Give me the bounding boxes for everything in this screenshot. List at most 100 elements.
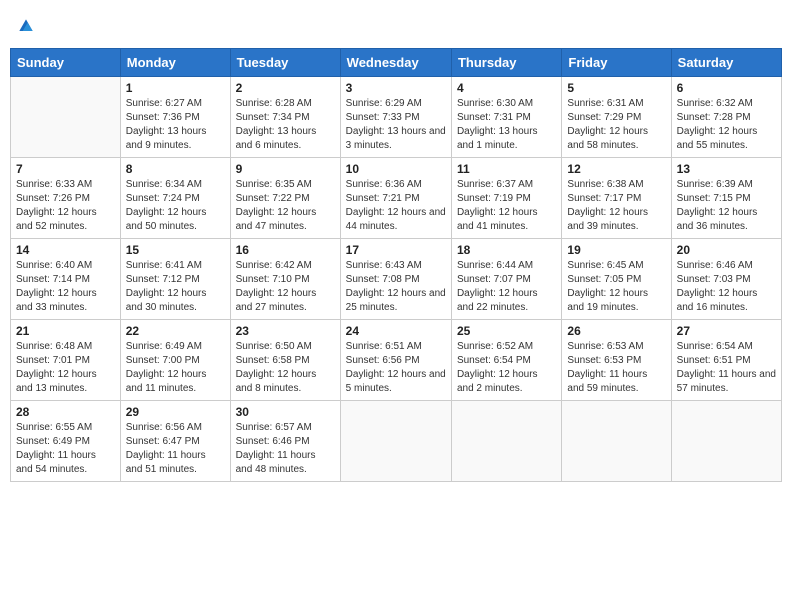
day-number: 14 xyxy=(16,243,115,257)
day-number: 3 xyxy=(346,81,446,95)
calendar-cell: 10 Sunrise: 6:36 AMSunset: 7:21 PMDayligh… xyxy=(340,158,451,239)
day-number: 11 xyxy=(457,162,556,176)
day-info: Sunrise: 6:48 AMSunset: 7:01 PMDaylight:… xyxy=(16,340,115,396)
weekday-header-thursday: Thursday xyxy=(451,49,561,77)
calendar-cell: 26 Sunrise: 6:53 AMSunset: 6:53 PMDayligh… xyxy=(562,320,671,401)
calendar-cell xyxy=(671,401,781,482)
day-info: Sunrise: 6:54 AMSunset: 6:51 PMDaylight:… xyxy=(677,340,776,396)
day-number: 7 xyxy=(16,162,115,176)
calendar-cell xyxy=(562,401,671,482)
day-number: 25 xyxy=(457,324,556,338)
day-number: 2 xyxy=(236,81,335,95)
weekday-header-tuesday: Tuesday xyxy=(230,49,340,77)
day-info: Sunrise: 6:45 AMSunset: 7:05 PMDaylight:… xyxy=(567,259,665,315)
day-number: 16 xyxy=(236,243,335,257)
calendar-cell: 19 Sunrise: 6:45 AMSunset: 7:05 PMDayligh… xyxy=(562,239,671,320)
day-number: 13 xyxy=(677,162,776,176)
calendar-cell: 22 Sunrise: 6:49 AMSunset: 7:00 PMDayligh… xyxy=(120,320,230,401)
day-number: 22 xyxy=(126,324,225,338)
calendar-cell: 7 Sunrise: 6:33 AMSunset: 7:26 PMDaylight… xyxy=(11,158,121,239)
calendar-cell: 13Sunrise: 6:39 AMSunset: 7:15 PMDayligh… xyxy=(671,158,781,239)
day-info: Sunrise: 6:49 AMSunset: 7:00 PMDaylight:… xyxy=(126,340,225,396)
day-info: Sunrise: 6:27 AMSunset: 7:36 PMDaylight:… xyxy=(126,97,225,153)
calendar-cell: 30 Sunrise: 6:57 AMSunset: 6:46 PMDayligh… xyxy=(230,401,340,482)
calendar-cell: 21 Sunrise: 6:48 AMSunset: 7:01 PMDayligh… xyxy=(11,320,121,401)
calendar-cell: 17 Sunrise: 6:43 AMSunset: 7:08 PMDayligh… xyxy=(340,239,451,320)
calendar-cell: 23 Sunrise: 6:50 AMSunset: 6:58 PMDayligh… xyxy=(230,320,340,401)
day-info: Sunrise: 6:41 AMSunset: 7:12 PMDaylight:… xyxy=(126,259,225,315)
calendar-cell: 3 Sunrise: 6:29 AMSunset: 7:33 PMDaylight… xyxy=(340,77,451,158)
day-number: 23 xyxy=(236,324,335,338)
calendar-cell: 28 Sunrise: 6:55 AMSunset: 6:49 PMDayligh… xyxy=(11,401,121,482)
logo-icon xyxy=(16,16,36,36)
day-info: Sunrise: 6:57 AMSunset: 6:46 PMDaylight:… xyxy=(236,421,335,477)
logo xyxy=(14,16,36,36)
day-number: 28 xyxy=(16,405,115,419)
calendar-cell: 16 Sunrise: 6:42 AMSunset: 7:10 PMDayligh… xyxy=(230,239,340,320)
day-info: Sunrise: 6:31 AMSunset: 7:29 PMDaylight:… xyxy=(567,97,665,153)
calendar-cell: 4 Sunrise: 6:30 AMSunset: 7:31 PMDaylight… xyxy=(451,77,561,158)
day-number: 8 xyxy=(126,162,225,176)
day-number: 20 xyxy=(677,243,776,257)
day-info: Sunrise: 6:53 AMSunset: 6:53 PMDaylight:… xyxy=(567,340,665,396)
day-info: Sunrise: 6:37 AMSunset: 7:19 PMDaylight:… xyxy=(457,178,556,234)
day-info: Sunrise: 6:56 AMSunset: 6:47 PMDaylight:… xyxy=(126,421,225,477)
calendar-cell: 1 Sunrise: 6:27 AMSunset: 7:36 PMDaylight… xyxy=(120,77,230,158)
day-info: Sunrise: 6:29 AMSunset: 7:33 PMDaylight:… xyxy=(346,97,446,153)
calendar-cell: 6 Sunrise: 6:32 AMSunset: 7:28 PMDaylight… xyxy=(671,77,781,158)
day-number: 15 xyxy=(126,243,225,257)
weekday-header-saturday: Saturday xyxy=(671,49,781,77)
day-number: 19 xyxy=(567,243,665,257)
calendar-cell: 27 Sunrise: 6:54 AMSunset: 6:51 PMDayligh… xyxy=(671,320,781,401)
day-number: 5 xyxy=(567,81,665,95)
day-info: Sunrise: 6:51 AMSunset: 6:56 PMDaylight:… xyxy=(346,340,446,396)
day-number: 6 xyxy=(677,81,776,95)
day-info: Sunrise: 6:30 AMSunset: 7:31 PMDaylight:… xyxy=(457,97,556,153)
calendar-cell: 24Sunrise: 6:51 AMSunset: 6:56 PMDayligh… xyxy=(340,320,451,401)
day-info: Sunrise: 6:50 AMSunset: 6:58 PMDaylight:… xyxy=(236,340,335,396)
calendar-cell xyxy=(11,77,121,158)
calendar-week-row: 14Sunrise: 6:40 AMSunset: 7:14 PMDayligh… xyxy=(11,239,782,320)
day-info: Sunrise: 6:43 AMSunset: 7:08 PMDaylight:… xyxy=(346,259,446,315)
day-number: 12 xyxy=(567,162,665,176)
calendar-cell: 14Sunrise: 6:40 AMSunset: 7:14 PMDayligh… xyxy=(11,239,121,320)
day-number: 27 xyxy=(677,324,776,338)
day-info: Sunrise: 6:34 AMSunset: 7:24 PMDaylight:… xyxy=(126,178,225,234)
weekday-header-wednesday: Wednesday xyxy=(340,49,451,77)
day-info: Sunrise: 6:55 AMSunset: 6:49 PMDaylight:… xyxy=(16,421,115,477)
calendar-cell: 5 Sunrise: 6:31 AMSunset: 7:29 PMDaylight… xyxy=(562,77,671,158)
day-number: 9 xyxy=(236,162,335,176)
calendar-week-row: 21 Sunrise: 6:48 AMSunset: 7:01 PMDayligh… xyxy=(11,320,782,401)
day-info: Sunrise: 6:28 AMSunset: 7:34 PMDaylight:… xyxy=(236,97,335,153)
day-number: 29 xyxy=(126,405,225,419)
day-info: Sunrise: 6:44 AMSunset: 7:07 PMDaylight:… xyxy=(457,259,556,315)
calendar-cell: 11 Sunrise: 6:37 AMSunset: 7:19 PMDayligh… xyxy=(451,158,561,239)
day-info: Sunrise: 6:36 AMSunset: 7:21 PMDaylight:… xyxy=(346,178,446,234)
day-info: Sunrise: 6:38 AMSunset: 7:17 PMDaylight:… xyxy=(567,178,665,234)
day-info: Sunrise: 6:46 AMSunset: 7:03 PMDaylight:… xyxy=(677,259,776,315)
calendar-cell: 15 Sunrise: 6:41 AMSunset: 7:12 PMDayligh… xyxy=(120,239,230,320)
day-number: 26 xyxy=(567,324,665,338)
day-info: Sunrise: 6:42 AMSunset: 7:10 PMDaylight:… xyxy=(236,259,335,315)
day-info: Sunrise: 6:33 AMSunset: 7:26 PMDaylight:… xyxy=(16,178,115,234)
day-number: 21 xyxy=(16,324,115,338)
calendar-cell: 2 Sunrise: 6:28 AMSunset: 7:34 PMDaylight… xyxy=(230,77,340,158)
weekday-header-sunday: Sunday xyxy=(11,49,121,77)
weekday-header-friday: Friday xyxy=(562,49,671,77)
day-number: 30 xyxy=(236,405,335,419)
day-number: 10 xyxy=(346,162,446,176)
calendar-cell: 12 Sunrise: 6:38 AMSunset: 7:17 PMDayligh… xyxy=(562,158,671,239)
calendar-week-row: 7 Sunrise: 6:33 AMSunset: 7:26 PMDaylight… xyxy=(11,158,782,239)
day-number: 17 xyxy=(346,243,446,257)
day-info: Sunrise: 6:32 AMSunset: 7:28 PMDaylight:… xyxy=(677,97,776,153)
calendar-cell: 25 Sunrise: 6:52 AMSunset: 6:54 PMDayligh… xyxy=(451,320,561,401)
calendar-cell: 20 Sunrise: 6:46 AMSunset: 7:03 PMDayligh… xyxy=(671,239,781,320)
calendar-header-row: SundayMondayTuesdayWednesdayThursdayFrid… xyxy=(11,49,782,77)
calendar-cell: 29 Sunrise: 6:56 AMSunset: 6:47 PMDayligh… xyxy=(120,401,230,482)
day-number: 1 xyxy=(126,81,225,95)
day-number: 4 xyxy=(457,81,556,95)
calendar-cell xyxy=(451,401,561,482)
day-info: Sunrise: 6:52 AMSunset: 6:54 PMDaylight:… xyxy=(457,340,556,396)
page-header xyxy=(10,10,782,42)
weekday-header-monday: Monday xyxy=(120,49,230,77)
